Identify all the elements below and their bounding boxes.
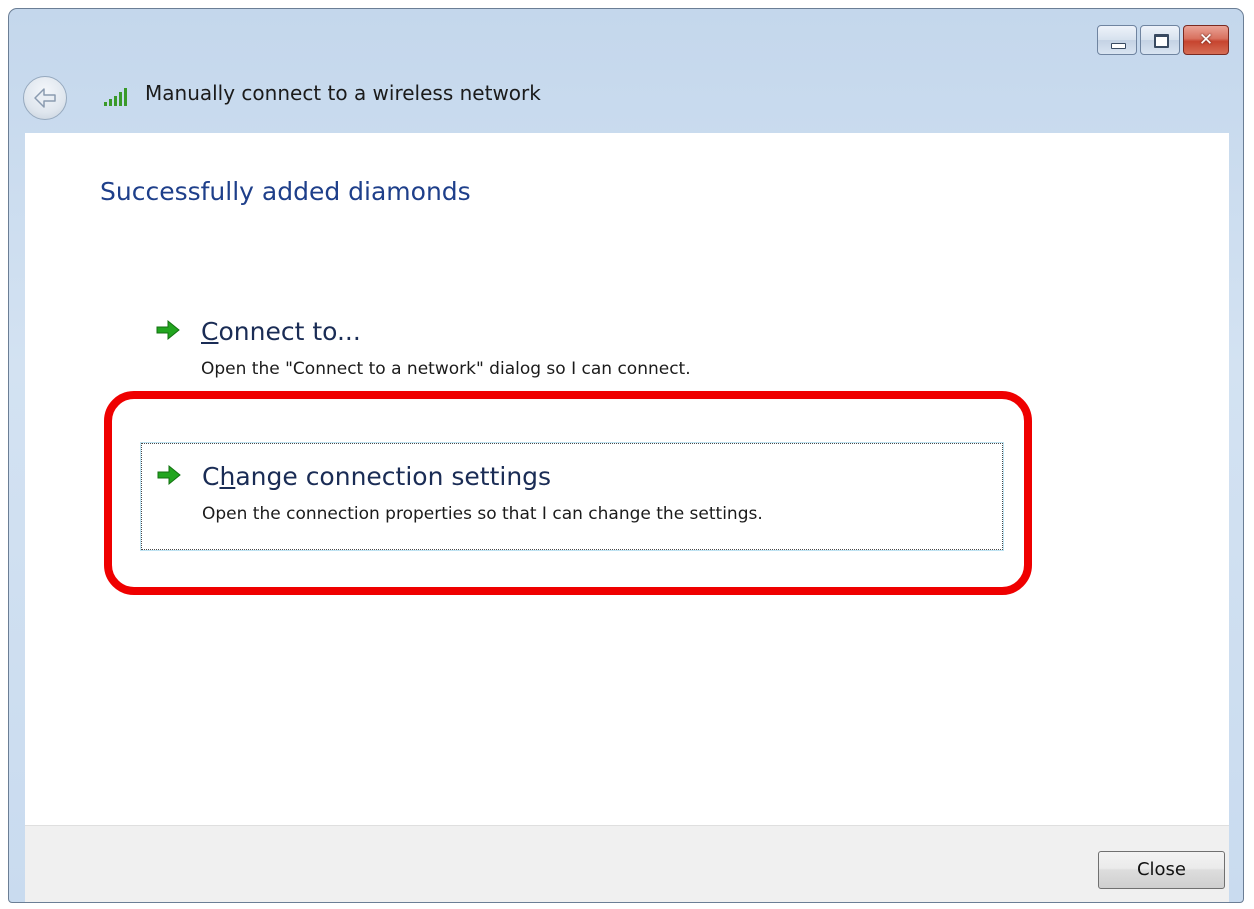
close-icon: ✕ [1198,30,1214,50]
green-arrow-icon [156,319,180,341]
close-window-button[interactable]: ✕ [1183,25,1229,55]
maximize-button[interactable] [1140,25,1180,55]
dialog-footer: Close [25,825,1229,902]
access-key: C [201,317,219,346]
connect-to-command[interactable]: Connect to... Open the "Connect to a net… [155,305,935,395]
back-button[interactable] [23,76,67,120]
window-controls: ✕ [1097,25,1229,55]
close-button[interactable]: Close [1098,851,1225,889]
command-title: Connect to... [201,317,361,346]
page-heading: Successfully added diamonds [100,177,471,206]
command-description: Open the "Connect to a network" dialog s… [201,359,691,379]
wireless-signal-icon [104,88,127,106]
back-arrow-icon [34,88,56,108]
highlight-annotation [104,391,1032,595]
minimize-button[interactable] [1097,25,1137,55]
window-title: Manually connect to a wireless network [145,81,541,105]
